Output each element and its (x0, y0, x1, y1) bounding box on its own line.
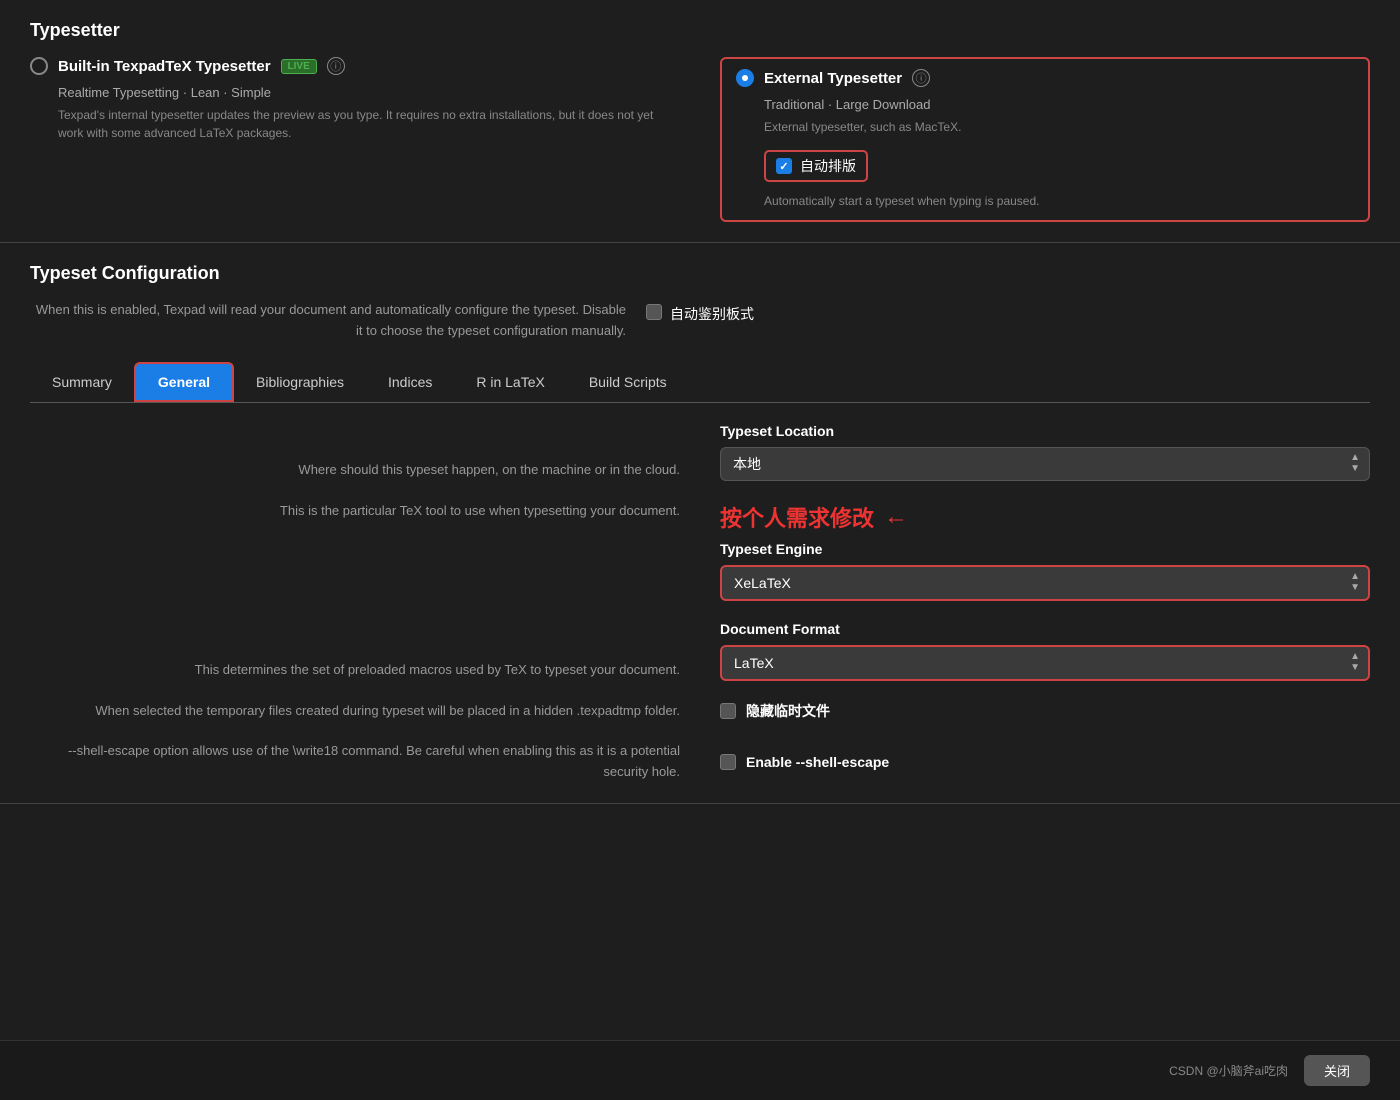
footer: CSDN @小脑斧ai吃肉 关闭 (0, 1040, 1400, 1100)
builtin-radio[interactable] (30, 57, 48, 75)
tab-r-in-latex[interactable]: R in LaTeX (454, 364, 566, 400)
typeset-engine-label: Typeset Engine (720, 541, 1370, 557)
config-title: Typeset Configuration (30, 263, 1370, 284)
shell-escape-checkbox[interactable] (720, 754, 736, 770)
hidden-files-label: 隐藏临时文件 (746, 701, 830, 721)
footer-credit: CSDN @小脑斧ai吃肉 (1169, 1062, 1288, 1079)
hidden-files-checkbox[interactable] (720, 703, 736, 719)
external-header[interactable]: External Typesetter ⓘ (736, 69, 1354, 87)
auto-typeset-label: 自动排版 (800, 156, 856, 176)
typeset-config-section: Typeset Configuration When this is enabl… (0, 243, 1400, 804)
auto-typeset-desc: Automatically start a typeset when typin… (736, 192, 1354, 210)
builtin-label: Built-in TexpadTeX Typesetter (58, 58, 271, 75)
typesetter-grid: Built-in TexpadTeX Typesetter LIVE ⓘ Rea… (30, 57, 1370, 222)
typeset-engine-field: 按个人需求修改 ← Typeset Engine XeLaTeX ▲ ▼ (720, 501, 1370, 601)
external-desc: External typesetter, such as MacTeX. (736, 118, 1354, 136)
auto-detect-desc: When this is enabled, Texpad will read y… (30, 300, 626, 342)
tab-bibliographies[interactable]: Bibliographies (234, 364, 366, 400)
typeset-engine-select[interactable]: XeLaTeX (720, 565, 1370, 601)
typesetter-title: Typesetter (30, 20, 1370, 41)
typeset-location-desc: Where should this typeset happen, on the… (30, 423, 680, 481)
typeset-location-select[interactable]: 本地 (720, 447, 1370, 481)
auto-typeset-checkbox[interactable] (776, 158, 792, 174)
tab-summary[interactable]: Summary (30, 364, 134, 400)
tab-build-scripts[interactable]: Build Scripts (567, 364, 689, 400)
external-radio[interactable] (736, 69, 754, 87)
external-info-icon[interactable]: ⓘ (912, 69, 930, 87)
builtin-desc: Texpad's internal typesetter updates the… (30, 106, 680, 142)
shell-escape-desc: --shell-escape option allows use of the … (30, 741, 680, 783)
external-option: External Typesetter ⓘ Traditional · Larg… (720, 57, 1370, 222)
typeset-engine-desc-text: This is the particular TeX tool to use w… (280, 503, 680, 518)
annotation-arrow: ← (884, 503, 908, 531)
document-format-select-wrapper: LaTeX ▲ ▼ (720, 645, 1370, 681)
document-format-desc: This determines the set of preloaded mac… (30, 621, 680, 681)
typeset-engine-desc: This is the particular TeX tool to use w… (30, 501, 680, 601)
typesetter-section: Typesetter Built-in TexpadTeX Typesetter… (0, 0, 1400, 243)
builtin-subtitle: Realtime Typesetting · Lean · Simple (30, 85, 680, 100)
builtin-option: Built-in TexpadTeX Typesetter LIVE ⓘ Rea… (30, 57, 680, 222)
auto-detect-checkbox[interactable] (646, 304, 662, 320)
builtin-info-icon[interactable]: ⓘ (327, 57, 345, 75)
external-label: External Typesetter (764, 70, 902, 87)
shell-escape-label: Enable --shell-escape (746, 754, 889, 770)
document-format-label: Document Format (720, 621, 1370, 637)
tabs-row: Summary General Bibliographies Indices R… (30, 362, 1370, 403)
hidden-files-desc: When selected the temporary files create… (30, 701, 680, 722)
close-button[interactable]: 关闭 (1304, 1055, 1370, 1086)
shell-escape-row: Enable --shell-escape (720, 741, 1370, 783)
external-subtitle: Traditional · Large Download (736, 97, 1354, 112)
document-format-field: Document Format LaTeX ▲ ▼ (720, 621, 1370, 681)
general-tab-content: Where should this typeset happen, on the… (30, 403, 1370, 783)
builtin-header[interactable]: Built-in TexpadTeX Typesetter LIVE ⓘ (30, 57, 680, 75)
typeset-location-field: Typeset Location 本地 ▲ ▼ (720, 423, 1370, 481)
live-badge: LIVE (281, 59, 317, 74)
hidden-files-row: 隐藏临时文件 (720, 701, 1370, 722)
typeset-location-select-wrapper: 本地 ▲ ▼ (720, 447, 1370, 481)
typeset-engine-select-wrapper: XeLaTeX ▲ ▼ (720, 565, 1370, 601)
auto-detect-label: 自动鉴别板式 (670, 304, 754, 324)
tab-indices[interactable]: Indices (366, 364, 454, 400)
annotation-text: 按个人需求修改 (720, 506, 874, 531)
tab-general[interactable]: General (134, 362, 234, 402)
document-format-select[interactable]: LaTeX (720, 645, 1370, 681)
typeset-location-label: Typeset Location (720, 423, 1370, 439)
